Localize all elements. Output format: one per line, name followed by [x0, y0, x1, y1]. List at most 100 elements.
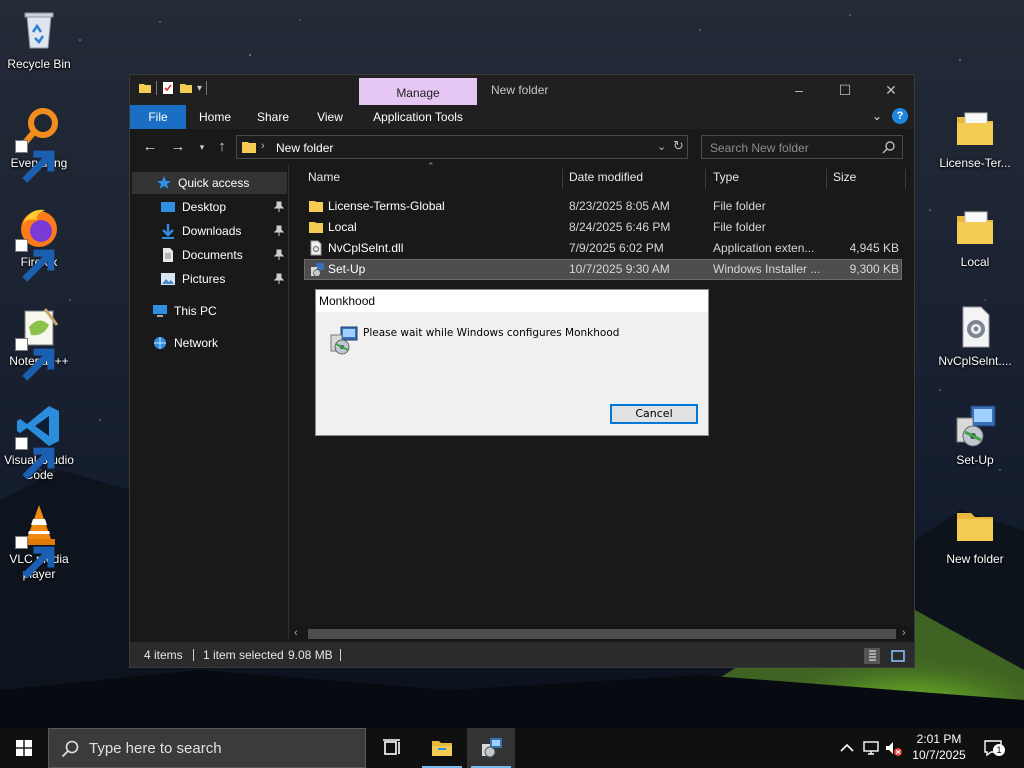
file-row[interactable]: License-Terms-Global 8/23/2025 8:05 AM F…: [304, 196, 902, 217]
customize-toolbar-chevron-icon[interactable]: ▾: [197, 83, 202, 94]
tab-manage[interactable]: Manage: [359, 78, 477, 105]
title-bar[interactable]: ▾ Manage New folder – ☐ ✕: [130, 75, 914, 105]
document-icon: [160, 247, 176, 263]
column-divider[interactable]: [705, 169, 706, 189]
desktop-icon-notepad-plus-plus[interactable]: Notepad++: [1, 303, 77, 381]
pin-icon: [273, 225, 285, 237]
notification-count-badge: 1: [993, 744, 1005, 756]
close-icon[interactable]: ✕: [868, 75, 914, 105]
taskbar-search-input[interactable]: Type here to search: [89, 740, 222, 757]
task-view-button[interactable]: [368, 728, 416, 768]
column-header-name[interactable]: Name: [308, 165, 340, 189]
tab-file[interactable]: File: [130, 105, 186, 129]
system-clock[interactable]: 2:01 PM 10/7/2025: [905, 731, 973, 763]
desktop-icon-recycle-bin[interactable]: Recycle Bin: [1, 6, 77, 72]
large-icons-view-icon[interactable]: [890, 648, 906, 664]
horizontal-scrollbar[interactable]: ‹ ›: [290, 626, 914, 642]
network-status-icon[interactable]: [862, 739, 880, 757]
desktop-icon-local[interactable]: Local: [937, 204, 1013, 270]
taskbar-search-box[interactable]: Type here to search: [48, 728, 366, 768]
dialog-message: Please wait while Windows configures Mon…: [363, 327, 620, 339]
details-view-icon[interactable]: [864, 648, 880, 664]
tab-share[interactable]: Share: [248, 105, 298, 129]
address-dropdown-chevron-icon[interactable]: ⌄: [657, 140, 666, 153]
show-hidden-icons-chevron-icon[interactable]: [838, 739, 856, 757]
help-icon[interactable]: ?: [892, 108, 908, 124]
ribbon-tabs: File Home Share View Application Tools ⌄…: [130, 105, 914, 129]
desktop-icon-vlc[interactable]: VLC media player: [1, 501, 77, 582]
scroll-left-arrow-icon[interactable]: ‹: [294, 627, 298, 639]
nav-item-network[interactable]: Network: [152, 332, 287, 354]
scroll-right-arrow-icon[interactable]: ›: [902, 627, 906, 639]
taskbar-file-explorer[interactable]: [418, 728, 466, 768]
search-box[interactable]: Search New folder: [701, 135, 903, 159]
desktop-icon-set-up[interactable]: Set-Up: [937, 402, 1013, 468]
scrollbar-thumb[interactable]: [308, 629, 896, 639]
desktop-icon-license-terms[interactable]: License-Ter...: [937, 105, 1013, 171]
folder-icon: [951, 501, 999, 549]
file-date: 8/24/2025 6:46 PM: [569, 220, 671, 234]
ribbon-controls: ⌄ ?: [872, 108, 908, 124]
column-divider[interactable]: [826, 169, 827, 189]
desktop-icon-new-folder[interactable]: New folder: [937, 501, 1013, 567]
minimize-icon[interactable]: –: [776, 75, 822, 105]
recycle-bin-icon: [15, 6, 63, 54]
file-row[interactable]: NvCplSelnt.dll 7/9/2025 6:02 PM Applicat…: [304, 238, 902, 259]
address-bar[interactable]: › New folder ⌄ ↻: [236, 135, 688, 159]
desktop-icon-vscode[interactable]: Visual Studio Code: [1, 402, 77, 483]
cancel-button[interactable]: Cancel: [610, 404, 698, 424]
desktop-icon-nvcplselnt[interactable]: NvCplSelnt....: [937, 303, 1013, 369]
nav-item-label: Network: [174, 336, 219, 350]
volume-muted-icon[interactable]: [884, 739, 902, 757]
column-header-size[interactable]: Size: [833, 165, 856, 189]
shortcut-arrow-icon: [15, 437, 55, 480]
column-header-type[interactable]: Type: [713, 165, 739, 189]
nav-item-desktop[interactable]: Desktop: [160, 196, 287, 218]
selection-size: 9.08 MB: [288, 648, 333, 662]
action-center-button[interactable]: 1: [983, 739, 1005, 757]
installer-icon: [951, 402, 999, 450]
column-divider[interactable]: [562, 169, 563, 189]
refresh-icon[interactable]: ↻: [673, 138, 684, 154]
back-arrow-icon[interactable]: ←: [140, 137, 160, 157]
taskbar: Type here to search 2:01 PM 10/7/2025 1: [0, 728, 1024, 768]
taskbar-installer[interactable]: [467, 728, 515, 768]
search-icon[interactable]: [882, 140, 896, 154]
file-type: Windows Installer ...: [713, 262, 821, 276]
start-button[interactable]: [0, 728, 48, 768]
tab-application-tools[interactable]: Application Tools: [364, 105, 472, 129]
search-input[interactable]: Search New folder: [710, 141, 809, 155]
properties-icon[interactable]: [161, 81, 175, 95]
file-size: 9,300 KB: [849, 262, 899, 276]
up-arrow-icon[interactable]: ↑: [212, 137, 232, 157]
maximize-icon[interactable]: ☐: [822, 75, 868, 105]
nav-item-label: Downloads: [182, 224, 242, 238]
sort-ascending-icon: ⌃: [427, 161, 435, 171]
file-row[interactable]: Local 8/24/2025 6:46 PM File folder: [304, 217, 902, 238]
firefox-icon: [15, 204, 63, 282]
item-count: 4 items: [144, 648, 183, 662]
expand-ribbon-chevron-icon[interactable]: ⌄: [872, 109, 882, 123]
recent-locations-chevron-icon[interactable]: ▾: [192, 137, 212, 157]
nav-item-pictures[interactable]: Pictures: [160, 268, 287, 290]
nav-item-this-pc[interactable]: This PC: [152, 300, 287, 322]
forward-arrow-icon[interactable]: →: [168, 137, 188, 157]
column-divider[interactable]: [905, 169, 906, 189]
caption-buttons: – ☐ ✕: [776, 75, 914, 105]
new-folder-icon[interactable]: [179, 81, 193, 95]
nav-item-downloads[interactable]: Downloads: [160, 220, 287, 242]
file-name: Set-Up: [328, 262, 366, 276]
nav-item-quick-access[interactable]: Quick access: [132, 172, 287, 194]
nav-item-documents[interactable]: Documents: [160, 244, 287, 266]
tab-home[interactable]: Home: [190, 105, 240, 129]
desktop-icon-everything[interactable]: Everything: [1, 105, 77, 183]
installer-progress-dialog[interactable]: Monkhood Please wait while Windows confi…: [315, 289, 709, 436]
tab-view[interactable]: View: [305, 105, 355, 129]
desktop-icon-firefox[interactable]: Firefox: [1, 204, 77, 282]
installer-icon: [479, 736, 503, 760]
file-row-selected[interactable]: Set-Up 10/7/2025 9:30 AM Windows Install…: [304, 259, 902, 280]
column-header-date-modified[interactable]: Date modified: [569, 165, 643, 189]
folder-icon[interactable]: [138, 81, 152, 95]
breadcrumb[interactable]: New folder: [276, 141, 333, 155]
file-size: 4,945 KB: [849, 241, 899, 255]
